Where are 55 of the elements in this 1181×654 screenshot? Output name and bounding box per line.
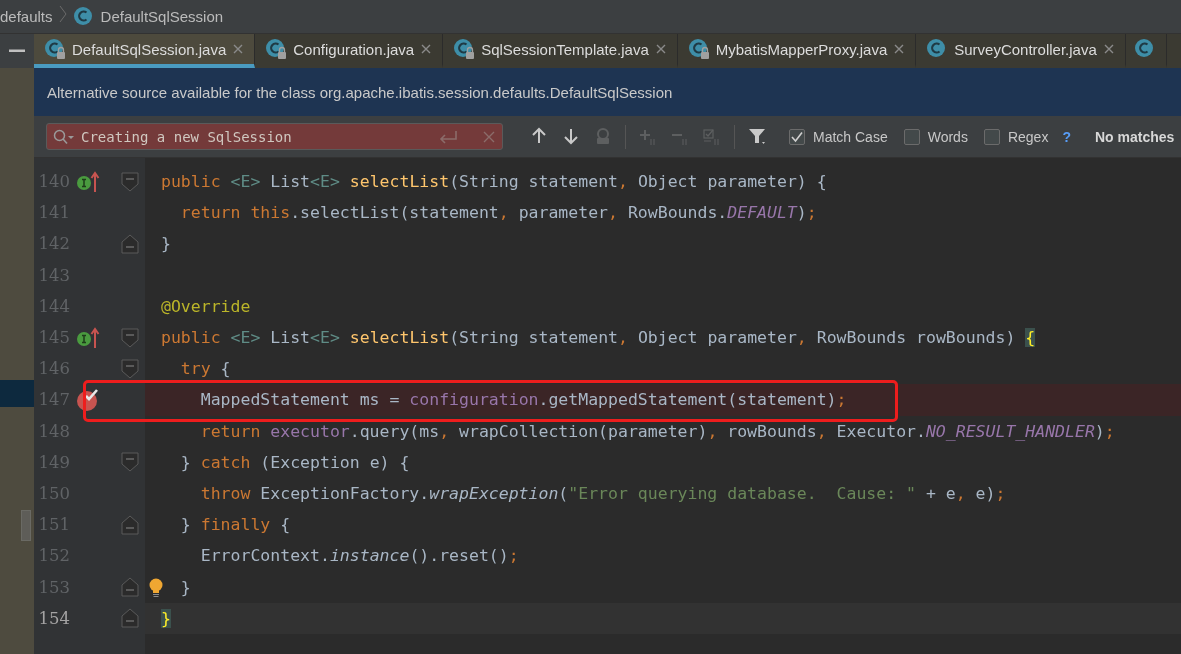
option-label[interactable]: Regex — [1007, 128, 1049, 145]
fold-marker-icon[interactable] — [121, 358, 139, 379]
editor-tab[interactable]: DefaultSqlSession.java — [34, 34, 256, 68]
help-link[interactable]: ? — [1062, 128, 1071, 145]
close-icon[interactable] — [232, 43, 245, 55]
close-icon[interactable] — [654, 43, 667, 55]
code-line: public <E> List<E> selectList(String statement, Object parameter) { — [161, 172, 827, 192]
code-line: @Override — [161, 296, 251, 316]
option-label[interactable]: Match Case — [813, 128, 888, 145]
arrow-up-icon[interactable] — [530, 127, 548, 146]
line-number: 154 — [37, 608, 70, 628]
code-line: public <E> List<E> selectList(String statement, Object parameter, RowBounds rowBounds) { — [161, 328, 1036, 348]
fold-marker-icon[interactable] — [121, 327, 139, 348]
code-line: } catch (Exception e) { — [179, 452, 410, 472]
close-icon[interactable] — [420, 43, 433, 55]
option-label[interactable]: Words — [927, 128, 968, 145]
code-line: } — [161, 234, 171, 254]
implements-icon[interactable] — [76, 170, 100, 193]
implements-icon[interactable] — [76, 326, 100, 349]
code-line: } — [179, 577, 191, 597]
search-icon[interactable] — [53, 128, 75, 145]
enter-icon[interactable] — [438, 129, 458, 144]
fold-marker-icon[interactable] — [121, 452, 139, 473]
fold-marker-icon[interactable] — [121, 171, 139, 192]
checkbox[interactable] — [789, 128, 805, 145]
fold-marker-icon[interactable] — [121, 233, 139, 254]
breadcrumb-item[interactable]: DefaultSqlSession — [100, 8, 224, 25]
notification-text: Alternative source available for the class org.apache.ibatis.session.defaults.DefaultSqlSession — [47, 83, 673, 101]
search-input[interactable]: Creating a new SqlSession — [81, 128, 432, 145]
code-line: try { — [179, 359, 231, 379]
code-line: ErrorContext.instance().reset(); — [199, 546, 519, 566]
code-line: MappedStatement ms = configuration.getMappedStatement(statement); — [199, 390, 847, 410]
code-line: } finally { — [179, 515, 291, 535]
lightbulb-icon[interactable] — [149, 578, 163, 599]
class-icon — [72, 5, 95, 28]
checkbox[interactable] — [903, 128, 920, 145]
fold-marker-icon[interactable] — [121, 577, 139, 598]
fold-marker-icon[interactable] — [121, 514, 139, 535]
code-line: return this.selectList(statement, parameter, RowBounds.DEFAULT); — [179, 203, 817, 223]
checkbox[interactable] — [983, 128, 1000, 145]
breadcrumb-item[interactable]: defaults — [0, 8, 53, 25]
code-line: return executor.query(ms, wrapCollection(parameter), rowBounds, Executor.NO_RESULT_HANDLER); — [199, 421, 1115, 441]
code-line: throw ExceptionFactory.wrapException("Error querying database. Cause: " + e, e); — [199, 483, 1006, 503]
clear-icon[interactable] — [482, 129, 496, 144]
search-status: No matches — [1094, 128, 1175, 145]
close-icon[interactable] — [1102, 43, 1115, 55]
minimize-icon[interactable] — [9, 49, 25, 53]
close-icon[interactable] — [893, 43, 906, 55]
class-icon — [1133, 38, 1156, 60]
filter-icon[interactable] — [748, 127, 766, 146]
arrow-down-icon[interactable] — [562, 127, 580, 146]
chevron-icon — [58, 5, 67, 23]
search-box[interactable]: Creating a new SqlSession — [46, 123, 503, 150]
fold-marker-icon[interactable] — [121, 608, 139, 629]
scrollbar-thumb[interactable] — [21, 510, 31, 541]
